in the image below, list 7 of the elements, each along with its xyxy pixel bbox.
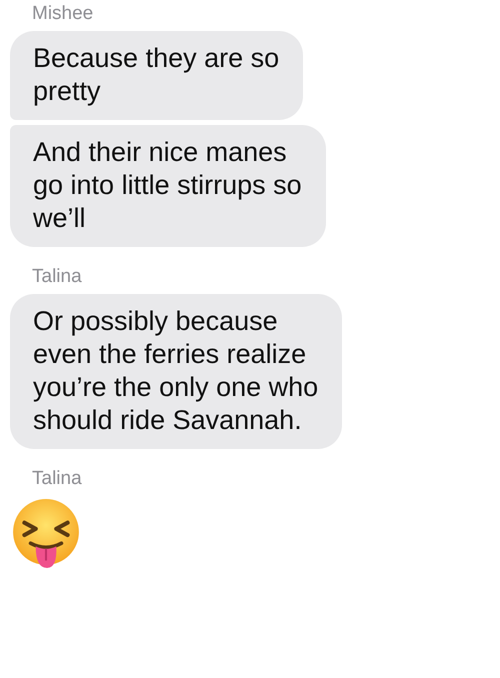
sender-name: Talina xyxy=(32,467,82,491)
sender-name: Mishee xyxy=(32,2,94,26)
sender-name: Talina xyxy=(32,265,82,289)
message-bubble: Or possibly because even the ferries realize you’re the only one who should ride Savannah. xyxy=(10,294,342,449)
message-bubble: Because they are so pretty xyxy=(10,31,304,120)
tongue-out-emoji-icon xyxy=(10,498,82,570)
message-bubble: And their nice manes go into little stirrups so we’ll xyxy=(10,125,326,247)
